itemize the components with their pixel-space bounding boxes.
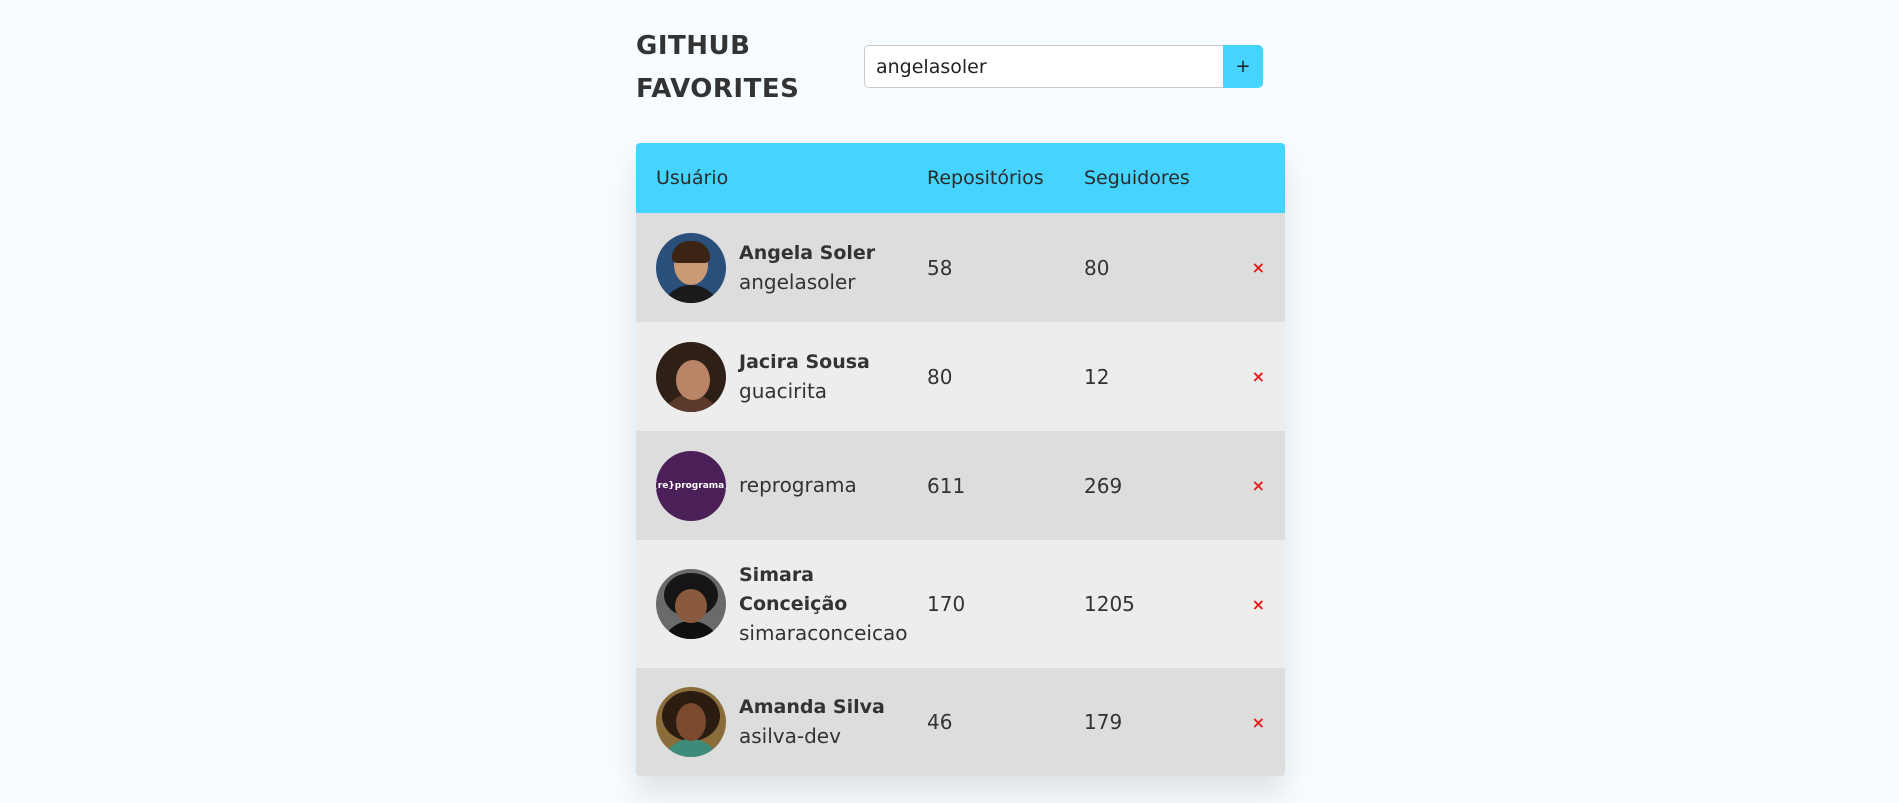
- table-row: Simara Conceição simaraconceicao 170 120…: [636, 540, 1285, 668]
- followers-count: 269: [1084, 473, 1123, 498]
- user-login: asilva-dev: [739, 724, 841, 748]
- avatar: [656, 687, 726, 757]
- add-favorite-button[interactable]: +: [1223, 45, 1263, 88]
- table-row: Jacira Sousa guacirita 80 12 ×: [636, 322, 1285, 431]
- user-cell: {re}programa} reprograma: [636, 450, 927, 521]
- user-login: angelasoler: [739, 269, 856, 294]
- column-header-user: Usuário: [656, 167, 729, 189]
- favorites-table: Usuário Repositórios Seguidores Angela S…: [636, 143, 1285, 776]
- repositories-count: 80: [927, 364, 953, 389]
- user-cell: Simara Conceição simaraconceicao: [636, 561, 927, 648]
- column-header-followers: Seguidores: [1084, 167, 1190, 189]
- user-login: guacirita: [739, 378, 828, 403]
- table-row: Amanda Silva asilva-dev 46 179 ×: [636, 668, 1285, 776]
- remove-button[interactable]: ×: [1252, 595, 1265, 614]
- user-cell: Angela Soler angelasoler: [636, 232, 927, 303]
- followers-count: 179: [1084, 710, 1123, 734]
- search-form: +: [864, 45, 1263, 88]
- app: GITHUB FAVORITES + Usuário Repositórios …: [636, 0, 1285, 776]
- user-name: Simara Conceição: [739, 563, 848, 615]
- table-row: Angela Soler angelasoler 58 80 ×: [636, 213, 1285, 322]
- remove-button[interactable]: ×: [1252, 713, 1265, 732]
- username-input[interactable]: [864, 45, 1223, 88]
- table-header: Usuário Repositórios Seguidores: [636, 143, 1285, 213]
- avatar: [656, 232, 726, 303]
- page-title: GITHUB FAVORITES: [636, 31, 800, 104]
- repositories-count: 611: [927, 473, 966, 498]
- column-header-repositories: Repositórios: [927, 167, 1044, 189]
- user-cell: Amanda Silva asilva-dev: [636, 687, 927, 757]
- remove-button[interactable]: ×: [1252, 476, 1265, 495]
- avatar: {re}programa}: [656, 450, 726, 521]
- user-cell: Jacira Sousa guacirita: [636, 341, 927, 412]
- table-row: {re}programa} reprograma 611 269 ×: [636, 431, 1285, 540]
- repositories-count: 58: [927, 255, 953, 280]
- user-name: Amanda Silva: [739, 696, 885, 718]
- repositories-count: 170: [927, 592, 966, 616]
- avatar-logo-text: {re}programa}: [656, 480, 726, 491]
- user-name: Jacira Sousa: [739, 350, 870, 373]
- user-login: reprograma: [739, 473, 857, 497]
- header: GITHUB FAVORITES +: [636, 0, 1285, 130]
- user-name: Angela Soler: [739, 241, 876, 264]
- remove-button[interactable]: ×: [1252, 258, 1265, 277]
- avatar: [656, 341, 726, 412]
- followers-count: 80: [1084, 255, 1110, 280]
- followers-count: 12: [1084, 364, 1110, 389]
- avatar: [656, 569, 726, 639]
- remove-button[interactable]: ×: [1252, 367, 1265, 386]
- user-login: simaraconceicao: [739, 620, 908, 645]
- repositories-count: 46: [927, 710, 953, 734]
- followers-count: 1205: [1084, 592, 1135, 616]
